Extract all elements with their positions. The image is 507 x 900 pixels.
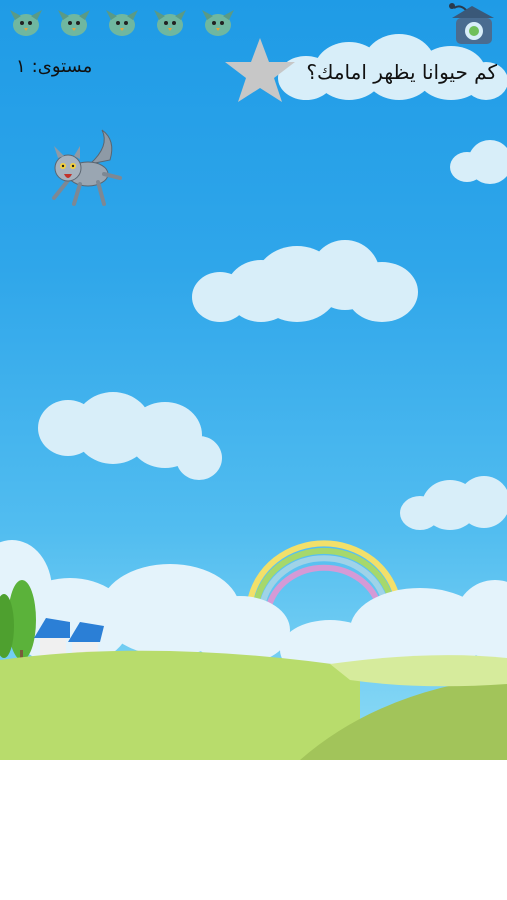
landscape-background [0, 540, 507, 760]
game-stage[interactable]: كم حيوانا يظهر امامك؟ مستوى:١ [0, 0, 507, 760]
bird-life-icon [10, 10, 42, 36]
level-value: ١ [16, 56, 26, 77]
cloud [450, 140, 507, 186]
cloud [400, 476, 507, 532]
bottom-blank-area [0, 760, 507, 900]
bird-life-icon [106, 10, 138, 36]
bird-life-icon [154, 10, 186, 36]
question-text: كم حيوانا يظهر امامك؟ [306, 60, 497, 84]
wolf-character[interactable] [40, 126, 124, 210]
level-label: مستوى: [31, 56, 93, 77]
star-icon [225, 38, 295, 102]
level-indicator: مستوى:١ [10, 56, 92, 77]
bird-life-icon [58, 10, 90, 36]
cloud [192, 240, 418, 324]
home-pot-icon[interactable] [444, 0, 500, 48]
cloud [38, 392, 222, 482]
bird-life-icon [202, 10, 234, 36]
